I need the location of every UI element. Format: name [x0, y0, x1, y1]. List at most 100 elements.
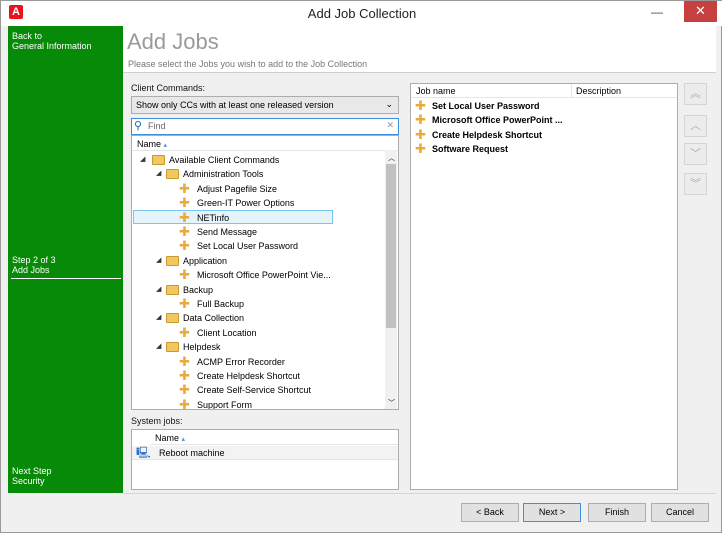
tree-item[interactable]: ✚ Adjust Pagefile Size: [132, 182, 384, 196]
move-down-button[interactable]: ﹀: [684, 143, 707, 165]
cancel-button[interactable]: Cancel: [651, 503, 709, 522]
sort-asc-icon: ▴: [163, 142, 168, 149]
system-jobs-header[interactable]: Name ▴: [150, 430, 398, 445]
puzzle-icon: ✚: [179, 396, 190, 410]
tree-item-label: Administration Tools: [183, 169, 264, 180]
tree-folder[interactable]: ◢ Data Collection: [132, 311, 384, 325]
expand-arrow-icon[interactable]: ◢: [156, 340, 161, 354]
move-up-button[interactable]: ︿: [684, 115, 707, 137]
folder-icon: [166, 313, 179, 324]
system-jobs-label: System jobs:: [131, 416, 183, 426]
tree-folder[interactable]: ◢ Backup: [132, 283, 384, 297]
back-link[interactable]: Back to General Information: [12, 31, 92, 51]
cc-filter-dropdown[interactable]: Show only CCs with at least one released…: [131, 96, 399, 114]
tree-item-label: Full Backup: [197, 299, 245, 309]
close-button[interactable]: ✕: [684, 1, 717, 22]
puzzle-icon: ✚: [179, 368, 190, 383]
finish-button[interactable]: Finish: [588, 503, 646, 522]
puzzle-icon: ✚: [179, 180, 190, 196]
system-name-column[interactable]: Name: [155, 433, 179, 443]
tree-item-label: Data Collection: [183, 313, 245, 324]
expand-arrow-icon[interactable]: ◢: [156, 311, 161, 325]
jobs-header: Job name Description: [411, 84, 677, 98]
system-job-row[interactable]: 🖳 Reboot machine: [132, 446, 398, 460]
page-subtitle: Please select the Jobs you wish to add t…: [128, 59, 368, 69]
expand-arrow-icon[interactable]: ◢: [140, 153, 145, 167]
tree-item-label: NETinfo: [197, 212, 230, 223]
back-link-line2[interactable]: General Information: [12, 41, 92, 51]
expand-arrow-icon[interactable]: ◢: [156, 254, 161, 268]
puzzle-icon: ✚: [179, 224, 190, 239]
tree-item-label: Available Client Commands: [169, 155, 280, 165]
tree-item[interactable]: ✚ Create Self-Service Shortcut: [132, 383, 384, 397]
scroll-up-icon[interactable]: ︿: [388, 153, 395, 163]
selected-jobs-list[interactable]: Job name Description ✚ Set Local User Pas…: [410, 83, 678, 490]
puzzle-icon: ✚: [179, 209, 190, 225]
puzzle-icon: ✚: [179, 195, 190, 211]
puzzle-icon: ✚: [415, 126, 426, 142]
puzzle-icon: ✚: [415, 98, 426, 113]
page-header: Add Jobs Please select the Jobs you wish…: [123, 26, 716, 73]
find-input[interactable]: ⚲ Find ✕: [131, 118, 399, 135]
puzzle-icon: ✚: [179, 353, 190, 369]
move-bottom-button[interactable]: ︾: [684, 173, 707, 195]
folder-icon: [166, 284, 179, 295]
tree-item[interactable]: ✚ ACMP Error Recorder: [132, 355, 384, 369]
folder-icon: [166, 255, 179, 266]
tree-item-label: ACMP Error Recorder: [197, 356, 285, 367]
client-commands-label: Client Commands:: [131, 83, 206, 93]
back-link-line1[interactable]: Back to: [12, 31, 42, 41]
name-column-header[interactable]: Name: [137, 139, 161, 149]
tree-item[interactable]: ✚ Send Message: [132, 225, 384, 239]
tree-item-label: Helpdesk: [183, 342, 221, 353]
description-column[interactable]: Description: [571, 84, 625, 98]
expand-arrow-icon[interactable]: ◢: [156, 283, 161, 297]
minimize-button[interactable]: —: [651, 5, 663, 19]
move-top-button[interactable]: ︽: [684, 83, 707, 105]
tree-folder[interactable]: ◢ Application: [132, 254, 384, 268]
scroll-down-icon[interactable]: ﹀: [388, 398, 395, 408]
title-bar: A Add Job Collection — ✕: [1, 1, 722, 26]
tree-item-label: Green-IT Power Options: [197, 198, 295, 209]
wizard-sidebar: Back to General Information Step 2 of 3 Ad…: [8, 26, 123, 493]
clear-icon[interactable]: ✕: [386, 120, 394, 131]
next-step-label: Next Step: [12, 466, 52, 476]
puzzle-icon: ✚: [415, 112, 426, 128]
step-divider: [11, 278, 121, 279]
puzzle-icon: ✚: [179, 382, 190, 398]
tree-item-label: Client Location: [197, 327, 257, 338]
dialog-window: A Add Job Collection — ✕ Back to General …: [0, 0, 722, 533]
job-name-column[interactable]: Job name: [416, 86, 456, 96]
job-name: Software Request: [432, 144, 509, 155]
next-button[interactable]: Next >: [523, 503, 581, 522]
expand-arrow-icon[interactable]: ◢: [156, 167, 161, 181]
client-commands-tree[interactable]: Name ▴ ◢ Available Client Commands ◢ Admini…: [131, 135, 399, 410]
tree-item[interactable]: ✚ Green-IT Power Options: [132, 196, 384, 210]
window-title: Add Job Collection: [307, 6, 417, 21]
tree-item[interactable]: ✚ Full Backup: [132, 297, 384, 311]
next-step-info: Next Step Security: [12, 466, 52, 486]
sort-asc-icon: ▴: [181, 436, 186, 443]
tree-item-label: Microsoft Office PowerPoint Vie...: [197, 270, 331, 281]
puzzle-icon: ✚: [415, 141, 426, 157]
tree-header[interactable]: Name ▴: [132, 136, 398, 151]
step-name: Add Jobs: [12, 265, 50, 275]
tree-item-label: Support Form: [197, 399, 253, 410]
tree-item[interactable]: ✚ Support Form: [132, 396, 384, 410]
tree-item[interactable]: ✚ NETinfo: [132, 211, 384, 225]
tree-item-label: Send Message: [197, 227, 258, 237]
chevron-down-icon: ⌄: [385, 99, 393, 109]
puzzle-icon: ✚: [179, 324, 190, 340]
puzzle-icon: ✚: [179, 267, 190, 283]
tree-item[interactable]: ✚ Set Local User Password: [132, 239, 384, 253]
tree-item[interactable]: ✚ Create Helpdesk Shortcut: [132, 369, 384, 383]
tree-scrollbar-thumb[interactable]: [386, 164, 396, 328]
tree-folder[interactable]: ◢ Administration Tools: [132, 167, 384, 181]
tree-folder[interactable]: ◢ Helpdesk: [132, 340, 384, 354]
tree-item[interactable]: ✚ Microsoft Office PowerPoint Vie...: [132, 268, 384, 282]
tree-item-label: Create Helpdesk Shortcut: [197, 371, 301, 381]
tree-item[interactable]: ✚ Client Location: [132, 326, 384, 340]
back-button[interactable]: < Back: [461, 503, 519, 522]
tree-folder[interactable]: ◢ Available Client Commands: [132, 153, 384, 167]
system-jobs-list[interactable]: Name ▴ 🖳 Reboot machine: [131, 429, 399, 490]
